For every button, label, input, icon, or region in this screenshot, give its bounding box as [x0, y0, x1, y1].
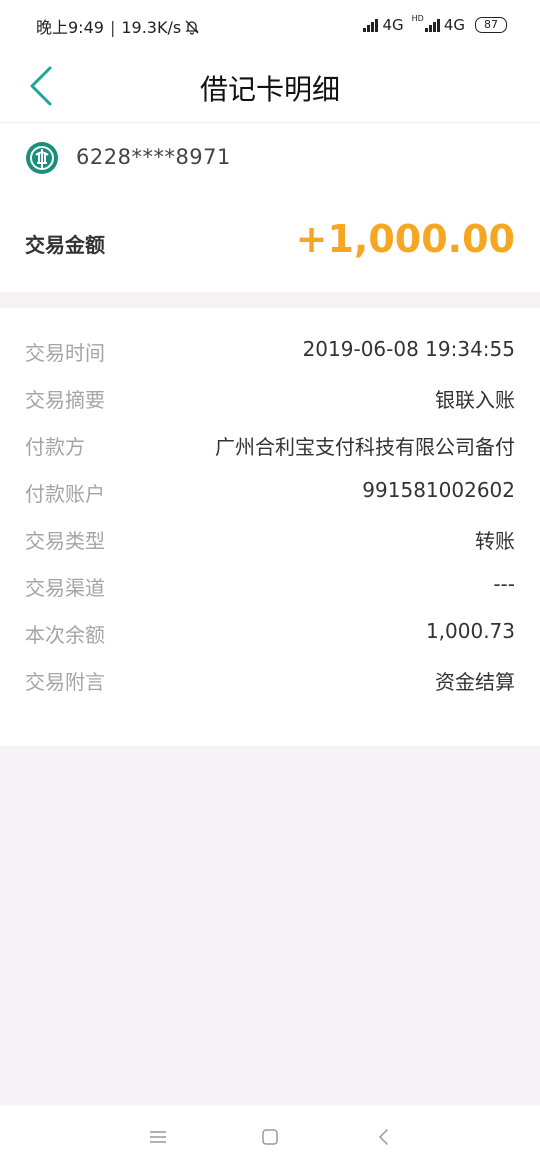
- signal-icon: [424, 18, 441, 32]
- page-title: 借记卡明细: [199, 73, 340, 106]
- transaction-details: 交易时间 2019-06-08 19:34:55 交易摘要 银联入账 付款方 广…: [0, 308, 540, 746]
- amount-value: +1,000.00: [295, 217, 515, 261]
- detail-value: 广州合利宝支付科技有限公司备付: [215, 435, 515, 459]
- status-bar: 晚上9:49 | 19.3K/s 4G HD 4G 87: [0, 0, 540, 52]
- header: 借记卡明细: [0, 52, 540, 123]
- signal-icon: [363, 18, 379, 32]
- hd-tag: HD: [411, 14, 424, 23]
- detail-value: 2019-06-08 19:34:55: [302, 337, 515, 361]
- detail-label: 付款账户: [25, 482, 105, 506]
- detail-row: 本次余额 1,000.73: [0, 613, 540, 660]
- detail-row: 交易渠道 ---: [0, 566, 540, 613]
- battery-icon: 87: [475, 17, 507, 33]
- detail-label: 付款方: [25, 435, 85, 459]
- amount-label: 交易金额: [25, 233, 105, 257]
- card-number: 6228****8971: [76, 145, 231, 169]
- bank-logo-icon: [25, 141, 59, 175]
- system-back-button[interactable]: [372, 1125, 396, 1149]
- detail-row: 付款方 广州合利宝支付科技有限公司备付: [0, 425, 540, 472]
- detail-value: 银联入账: [435, 388, 515, 412]
- network-speed: 19.3K/s: [121, 18, 182, 37]
- detail-label: 交易摘要: [25, 388, 105, 412]
- transaction-summary: 6228****8971 交易金额 +1,000.00: [0, 123, 540, 292]
- detail-label: 本次余额: [25, 623, 105, 647]
- status-separator: |: [109, 18, 116, 37]
- detail-label: 交易时间: [25, 341, 105, 365]
- system-nav-bar: [0, 1105, 540, 1170]
- bell-off-icon: [184, 19, 200, 35]
- detail-label: 交易渠道: [25, 576, 105, 600]
- detail-row: 交易类型 转账: [0, 519, 540, 566]
- home-button[interactable]: [258, 1125, 282, 1149]
- detail-value: 991581002602: [362, 478, 515, 502]
- detail-label: 交易附言: [25, 670, 105, 694]
- detail-value: ---: [493, 572, 515, 596]
- detail-row: 付款账户 991581002602: [0, 472, 540, 519]
- status-time: 晚上9:49: [36, 18, 104, 37]
- menu-button[interactable]: [146, 1125, 170, 1149]
- detail-value: 1,000.73: [425, 619, 515, 643]
- detail-row: 交易时间 2019-06-08 19:34:55: [0, 331, 540, 378]
- detail-row: 交易摘要 银联入账: [0, 378, 540, 425]
- menu-icon: [150, 1131, 166, 1143]
- network-type-1: 4G: [382, 16, 404, 34]
- detail-value: 转账: [475, 529, 515, 553]
- chevron-left-icon: [379, 1129, 388, 1145]
- status-left: 晚上9:49 | 19.3K/s: [36, 14, 200, 38]
- detail-value: 资金结算: [435, 670, 515, 694]
- detail-row: 交易附言 资金结算: [0, 660, 540, 707]
- detail-label: 交易类型: [25, 529, 105, 553]
- home-square-icon: [262, 1129, 278, 1145]
- network-type-2: 4G: [443, 16, 465, 34]
- status-right: 4G HD 4G 87: [363, 15, 507, 35]
